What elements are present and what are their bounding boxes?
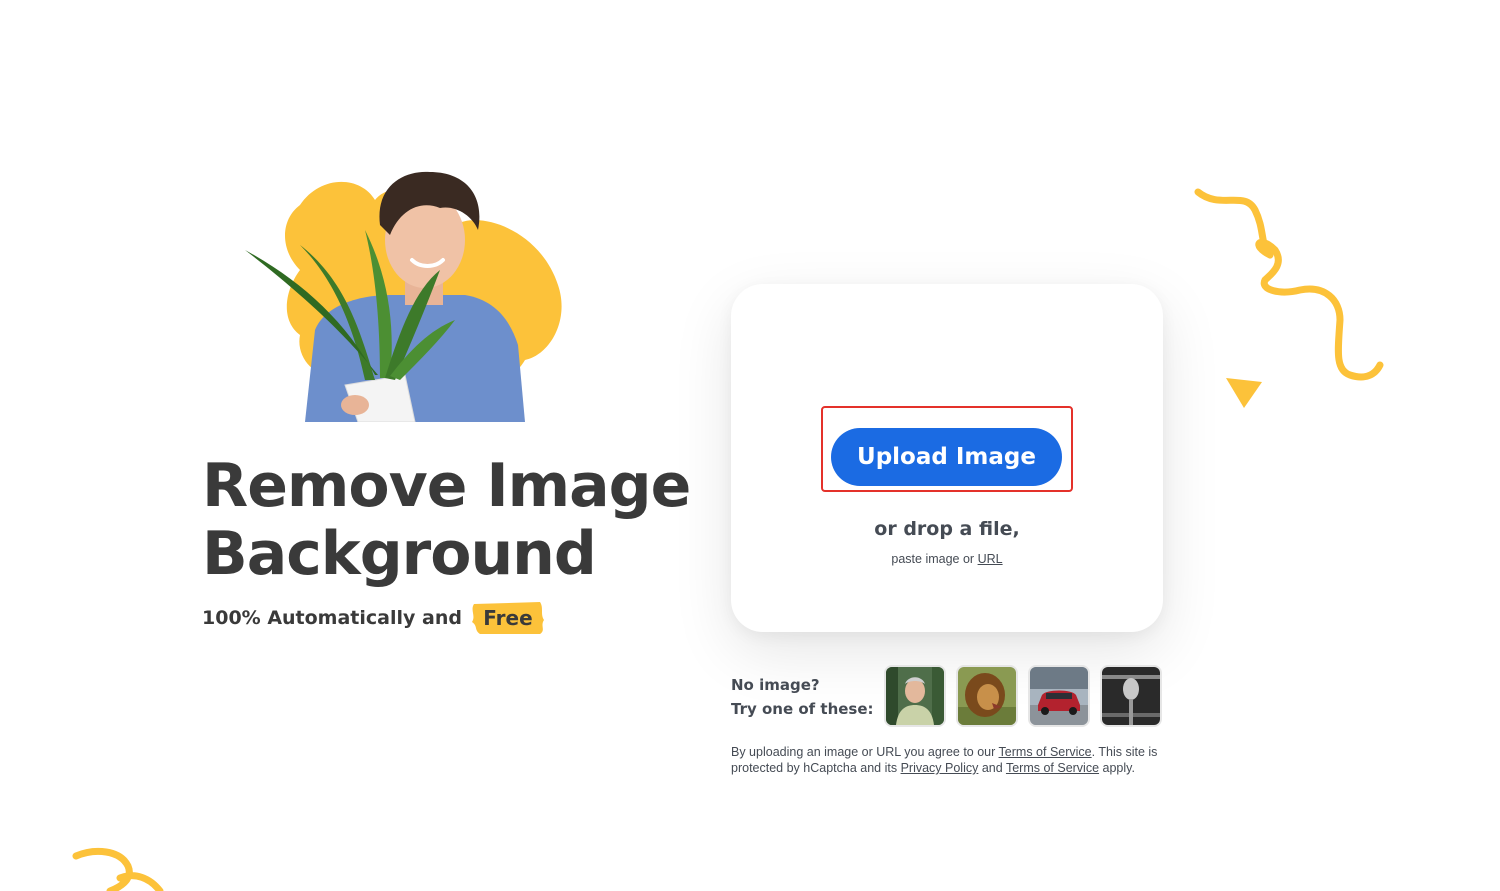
tagline: 100% Automatically and Free <box>202 600 546 636</box>
sample-car[interactable] <box>1028 665 1090 727</box>
hero-illustration <box>240 170 570 423</box>
decorative-squiggle-bottom-left <box>60 840 180 891</box>
page-title-line-2: Background <box>202 519 597 589</box>
decorative-squiggle-top-right <box>1190 180 1390 420</box>
upload-image-button[interactable]: Upload Image <box>831 428 1062 486</box>
page-title-line-1: Remove Image <box>202 451 691 521</box>
terms-of-service-link-1[interactable]: Terms of Service <box>999 745 1092 759</box>
privacy-policy-link[interactable]: Privacy Policy <box>901 761 979 775</box>
legal-text-1: By uploading an image or URL you agree t… <box>731 745 996 759</box>
person-photo-icon <box>886 667 944 725</box>
url-link[interactable]: URL <box>978 552 1003 566</box>
samples-label-line-1: No image? <box>731 676 820 694</box>
terms-of-service-link-2[interactable]: Terms of Service <box>1006 761 1099 775</box>
sample-lion[interactable] <box>956 665 1018 727</box>
sample-person[interactable] <box>884 665 946 727</box>
person-with-plant-image <box>245 171 562 423</box>
car-photo-icon <box>1030 667 1088 725</box>
free-badge: Free <box>470 600 546 636</box>
lion-photo-icon <box>958 667 1016 725</box>
samples-label-line-2: Try one of these: <box>731 700 874 718</box>
legal-notice: By uploading an image or URL you agree t… <box>731 744 1163 776</box>
legal-text-4: apply. <box>1102 761 1135 775</box>
legal-text-3: and <box>981 761 1003 775</box>
paste-label: paste image or <box>891 552 975 566</box>
paste-text: paste image or URL <box>731 552 1163 566</box>
microphone-photo-icon <box>1102 667 1160 725</box>
free-badge-text: Free <box>483 606 533 630</box>
sample-microphone[interactable] <box>1100 665 1162 727</box>
squiggle-icon <box>1194 188 1384 408</box>
drop-file-text: or drop a file, <box>874 518 1020 540</box>
tagline-text: 100% Automatically and <box>202 607 462 629</box>
samples-label: No image? Try one of these: <box>731 673 874 721</box>
swirl-icon <box>72 847 164 891</box>
page-title: Remove Image Background <box>202 452 722 588</box>
